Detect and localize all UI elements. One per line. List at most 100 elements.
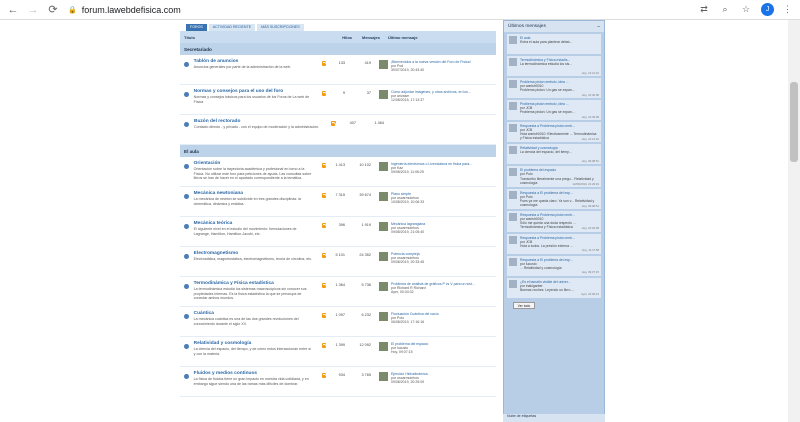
scrollbar[interactable] (788, 20, 800, 422)
back-icon[interactable]: ← (6, 3, 20, 17)
forum-topic-count: 7 315 (335, 193, 345, 197)
sidebar-post-item[interactable]: Relatividad y cosmología La ciencia del e… (507, 144, 601, 165)
forum-title-link[interactable]: Termodinámica y Física estadística (194, 281, 314, 286)
rss-icon[interactable] (321, 91, 327, 96)
last-post-avatar[interactable] (379, 252, 388, 261)
sidebar-post-text: Respuesta a El problema del esp... por lu… (520, 258, 573, 274)
rss-icon[interactable] (321, 193, 327, 198)
forum-topic-count: 9 (342, 91, 345, 95)
forward-icon[interactable]: → (26, 3, 40, 17)
sidebar-post-item[interactable]: Problema piston embolo, idea ... por wari… (507, 78, 601, 98)
forum-title-link[interactable]: Electromagnetismo (194, 251, 314, 256)
last-post-text: Fluctuación Cuántica del vacío por Polo 06… (391, 312, 496, 325)
last-post-avatar[interactable] (379, 372, 388, 381)
sidebar-post-item[interactable]: Respuesta a El problema del esp... por Po… (507, 188, 601, 210)
menu-dots-icon[interactable]: ⋮ (783, 4, 792, 15)
forum-post-count: 1 919 (361, 223, 371, 227)
forum-title-link[interactable]: Mecánica teórica (194, 221, 314, 226)
last-post-avatar[interactable] (379, 312, 388, 321)
last-post-avatar[interactable] (379, 282, 388, 291)
sidebar-post-item[interactable]: El problema del espacio por Polo Transcrib… (507, 166, 601, 187)
tab-mas-suscripciones[interactable]: MÁS SUSCRIPCIONES (257, 24, 304, 31)
url-text[interactable]: forum.lawebdefisica.com (82, 5, 181, 15)
last-post-date: 30/07/2019, 20:43:40 (391, 68, 425, 73)
address-bar[interactable]: 🔒 forum.lawebdefisica.com (68, 5, 181, 15)
last-post-date: 09/08/2019, 11:06:25 (391, 170, 424, 175)
sidebar-post-item[interactable]: Problema piston embolo, idea ... por JCB P… (507, 100, 601, 120)
forum-title-link[interactable]: Fluidos y medios continuos (194, 371, 314, 376)
bookmark-star-icon[interactable]: ☆ (740, 4, 752, 15)
rss-icon[interactable] (321, 343, 327, 348)
rss-icon[interactable] (321, 61, 327, 66)
sidebar-post-item[interactable]: Respuesta a El problema del esp... por lu… (507, 255, 601, 276)
see-all-button[interactable]: Ver todo (513, 301, 535, 309)
section-header: Secretariado (180, 43, 496, 55)
rss-icon[interactable] (331, 121, 336, 126)
sidebar-post-title-link[interactable]: ¿Es el tamaño visible del univer... (520, 280, 574, 284)
last-post-date: 10/08/2019, 10:06:33 (391, 200, 425, 205)
forum-sections: Secretariado Tablón de anuncios Anuncios g… (180, 43, 496, 397)
browser-toolbar: ← → ⟳ 🔒 forum.lawebdefisica.com ⇄ ⌕ ☆ J … (0, 0, 800, 20)
sidebar-post-icon (509, 257, 517, 266)
rss-icon[interactable] (321, 223, 327, 228)
reload-icon[interactable]: ⟳ (46, 3, 60, 17)
forum-title-link[interactable]: Relatividad y cosmología (194, 341, 314, 346)
sidebar-post-date: Hoy, 09:08:51 (581, 204, 599, 209)
rss-icon[interactable] (321, 163, 327, 168)
forum-topic-count: 396 (338, 223, 345, 227)
zoom-icon[interactable]: ⌕ (719, 4, 731, 15)
last-post-avatar[interactable] (379, 90, 388, 99)
sidebar-post-text: Problema piston embolo, idea ... por wari… (520, 80, 575, 96)
sidebar-post-item[interactable]: El aula Entra el aula para plantear debat… (507, 34, 601, 54)
last-post-text: Plano simple por oscarmuinhos 10/08/2019, … (391, 192, 496, 205)
last-post-avatar[interactable] (379, 60, 388, 69)
forum-info: Electromagnetismo Electrostática, magneto… (189, 251, 314, 262)
sidebar-post-title-link[interactable]: Respuesta a El problema del esp... (520, 258, 573, 262)
sidebar-post-snippet: Hola a todos. La presión externa ... (520, 243, 573, 248)
rss-icon[interactable] (321, 283, 327, 288)
rss-icon[interactable] (321, 253, 327, 258)
tab-foros[interactable]: FOROS (186, 24, 207, 31)
scrollbar-thumb[interactable] (790, 82, 798, 162)
header-title: Título (184, 34, 195, 40)
sidebar-post-item[interactable]: Respuesta a Problema piston emb... por wa… (507, 211, 601, 232)
forum-title-link[interactable]: Cuántica (194, 311, 314, 316)
forum-post-count: 10 102 (359, 163, 371, 167)
tag-cloud-header: Nube de etiquetas (503, 414, 605, 422)
sidebar-post-title-link[interactable]: Respuesta a Problema piston emb... (520, 236, 575, 240)
sidebar-post-icon (509, 124, 517, 132)
last-post: Potencia compleja por oscarmuinhos 09/08/2… (371, 252, 496, 265)
sidebar-post-icon (509, 235, 517, 244)
forum-description: La mecánica de newton se subdivide en tr… (193, 197, 301, 206)
forum-tabs: FOROS ACTIVIDAD RECIENTE MÁS SUSCRIPCION… (180, 20, 496, 31)
sidebar-post-item[interactable]: Respuesta a Problema piston emb... por JC… (507, 233, 601, 254)
sidebar-post-item[interactable]: Termodinámica y Física estadís... La term… (507, 56, 601, 76)
sidebar-post-item[interactable]: ¿Es el tamaño visible del univer... por i… (507, 277, 601, 298)
forum-description: Contacto directo - y privado - con el eq… (194, 125, 320, 129)
sidebar-post-snippet: Problema piston: Un gas se expan... (520, 88, 575, 93)
last-post: ¡Bienvenidos a la nueva versión del Foro… (371, 60, 496, 73)
translate-icon[interactable]: ⇄ (698, 4, 710, 15)
collapse-icon[interactable]: – (597, 24, 600, 30)
sidebar-post-text: Problema piston embolo, idea ... por JCB P… (520, 102, 575, 118)
forum-info: Cuántica La mecánica cuántica es una de l… (189, 311, 314, 326)
forum-description: Normas y consejos básicos para los usuar… (193, 95, 310, 104)
forum-title-link[interactable]: Buzón del rectorado (194, 119, 323, 124)
forum-title-link[interactable]: Tablón de anuncios (194, 59, 314, 64)
sidebar-post-item[interactable]: Respuesta a Problema piston emb... por JC… (507, 122, 601, 143)
last-post-avatar[interactable] (379, 192, 388, 201)
last-post-text: Ejercicio Hidrodinámica. por oscarmuinhos… (391, 372, 496, 385)
forum-title-link[interactable]: Mecánica newtoniana (194, 191, 314, 196)
sidebar-post-icon (509, 279, 517, 288)
rss-icon[interactable] (321, 373, 327, 378)
tab-actividad-reciente[interactable]: ACTIVIDAD RECIENTE (208, 24, 256, 31)
forum-title-link[interactable]: Normas y consejos para el uso del foro (194, 89, 314, 94)
rss-icon[interactable] (321, 313, 327, 318)
last-post-avatar[interactable] (379, 222, 388, 231)
sidebar-post-icon (509, 190, 517, 199)
forum-title-link[interactable]: Orientación (194, 161, 314, 166)
profile-avatar[interactable]: J (761, 3, 774, 16)
last-post-avatar[interactable] (379, 162, 388, 171)
last-post-avatar[interactable] (379, 342, 388, 351)
forum-row: Relatividad y cosmología La ciencia del e… (180, 337, 496, 367)
